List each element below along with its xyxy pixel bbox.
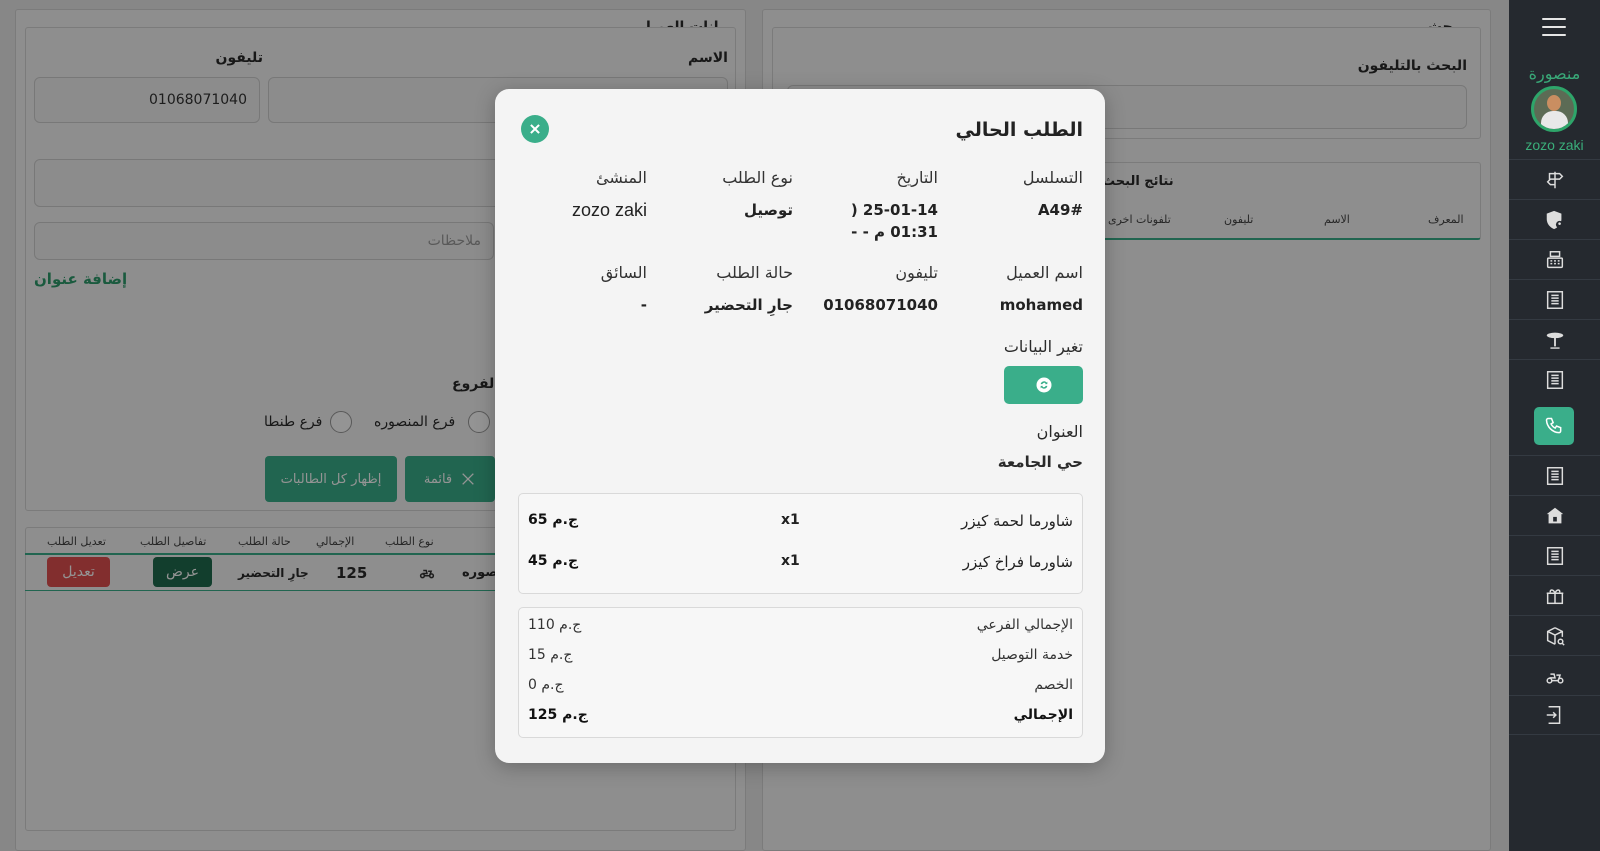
order-items-box: شاورما لحمة كيزر x1 65 ج.م شاورما فراخ ك… bbox=[518, 493, 1083, 594]
report-icon[interactable] bbox=[1509, 535, 1600, 575]
close-button[interactable] bbox=[521, 115, 549, 143]
subtotal-value: 110 ج.م bbox=[528, 617, 582, 633]
sidebar: منصورة zozo zaki bbox=[1509, 0, 1600, 851]
grand-total-row: الإجمالي 125 ج.م bbox=[519, 707, 1082, 729]
delivery-scooter-icon[interactable] bbox=[1509, 655, 1600, 695]
creator-label: المنشئ bbox=[595, 168, 647, 187]
user-name: zozo zaki bbox=[1525, 137, 1584, 153]
signpost-icon[interactable] bbox=[1509, 159, 1600, 199]
close-icon bbox=[530, 124, 540, 134]
phone-field: تليفون 01068071040 bbox=[808, 263, 938, 316]
phone-field-label: تليفون bbox=[895, 263, 938, 282]
sync-icon bbox=[1036, 377, 1051, 393]
cash-register-icon[interactable] bbox=[1509, 239, 1600, 279]
discount-value: 0 ج.م bbox=[528, 677, 564, 693]
phone-field-value: 01068071040 bbox=[823, 296, 938, 314]
order-status-value: جارِ التحضير bbox=[704, 296, 793, 314]
grand-total-label: الإجمالي bbox=[1013, 707, 1073, 723]
phone-icon[interactable] bbox=[1534, 407, 1574, 445]
order-type-value: توصيل bbox=[743, 201, 793, 219]
discount-row: الخصم 0 ج.م bbox=[519, 677, 1082, 699]
branch-name: منصورة bbox=[1528, 64, 1581, 83]
dining-table-icon[interactable] bbox=[1509, 319, 1600, 359]
date-label: التاريخ bbox=[896, 168, 938, 187]
item-qty: x1 bbox=[781, 553, 800, 569]
report-icon[interactable] bbox=[1509, 279, 1600, 319]
subtotal-label: الإجمالي الفرعي bbox=[976, 617, 1073, 633]
menu-icon[interactable] bbox=[1542, 18, 1566, 38]
driver-label: السائق bbox=[600, 263, 647, 282]
order-status-label: حالة الطلب bbox=[716, 263, 793, 282]
creator-value: zozo zaki bbox=[571, 200, 647, 220]
item-name: شاورما لحمة كيزر bbox=[961, 512, 1073, 530]
delivery-fee-label: خدمة التوصيل bbox=[991, 647, 1073, 663]
store-icon[interactable] bbox=[1509, 495, 1600, 535]
date-value: 25-01-14 ( 01:31 م - - bbox=[850, 201, 938, 241]
order-status-field: حالة الطلب جارِ التحضير bbox=[663, 263, 793, 316]
discount-label: الخصم bbox=[1034, 677, 1073, 693]
item-qty: x1 bbox=[781, 512, 800, 528]
date-field: التاريخ 25-01-14 ( 01:31 م - - bbox=[808, 168, 938, 243]
report-icon[interactable] bbox=[1509, 359, 1600, 399]
modal-title: الطلب الحالي bbox=[955, 119, 1083, 141]
address-label: العنوان bbox=[1036, 422, 1083, 441]
customer-name-label: اسم العميل bbox=[1006, 263, 1083, 282]
shield-user-icon[interactable] bbox=[1509, 199, 1600, 239]
avatar[interactable] bbox=[1531, 86, 1577, 132]
totals-box: الإجمالي الفرعي 110 ج.م خدمة التوصيل 15 … bbox=[518, 607, 1083, 738]
subtotal-row: الإجمالي الفرعي 110 ج.م bbox=[519, 617, 1082, 639]
customer-name-field: اسم العميل mohamed bbox=[953, 263, 1083, 316]
delivery-fee-value: 15 ج.م bbox=[528, 647, 573, 663]
current-order-modal: الطلب الحالي التسلسل A49# التاريخ 25-01-… bbox=[495, 89, 1105, 763]
delivery-fee-row: خدمة التوصيل 15 ج.م bbox=[519, 647, 1082, 669]
report-icon[interactable] bbox=[1509, 455, 1600, 495]
order-type-field: نوع الطلب توصيل bbox=[663, 168, 793, 221]
list-item: شاورما فراخ كيزر x1 45 ج.م bbox=[519, 553, 1082, 577]
gift-icon[interactable] bbox=[1509, 575, 1600, 615]
address-value: حي الجامعة bbox=[997, 453, 1083, 471]
box-search-icon[interactable] bbox=[1509, 615, 1600, 655]
driver-value: - bbox=[640, 296, 647, 314]
driver-field: السائق - bbox=[517, 263, 647, 316]
order-type-label: نوع الطلب bbox=[722, 168, 793, 187]
item-price: 45 ج.م bbox=[528, 553, 579, 569]
serial-value: A49# bbox=[1037, 201, 1083, 219]
creator-field: المنشئ zozo zaki bbox=[517, 168, 647, 221]
change-data-label: تغير البيانات bbox=[1003, 337, 1083, 356]
customer-name-value: mohamed bbox=[999, 296, 1083, 314]
serial-field: التسلسل A49# bbox=[953, 168, 1083, 221]
item-price: 65 ج.م bbox=[528, 512, 579, 528]
serial-label: التسلسل bbox=[1022, 168, 1083, 187]
item-name: شاورما فراخ كيزر bbox=[962, 553, 1073, 571]
logout-icon[interactable] bbox=[1509, 695, 1600, 735]
grand-total-value: 125 ج.م bbox=[528, 707, 588, 723]
list-item: شاورما لحمة كيزر x1 65 ج.م bbox=[519, 512, 1082, 536]
change-data-button[interactable] bbox=[1004, 366, 1083, 404]
